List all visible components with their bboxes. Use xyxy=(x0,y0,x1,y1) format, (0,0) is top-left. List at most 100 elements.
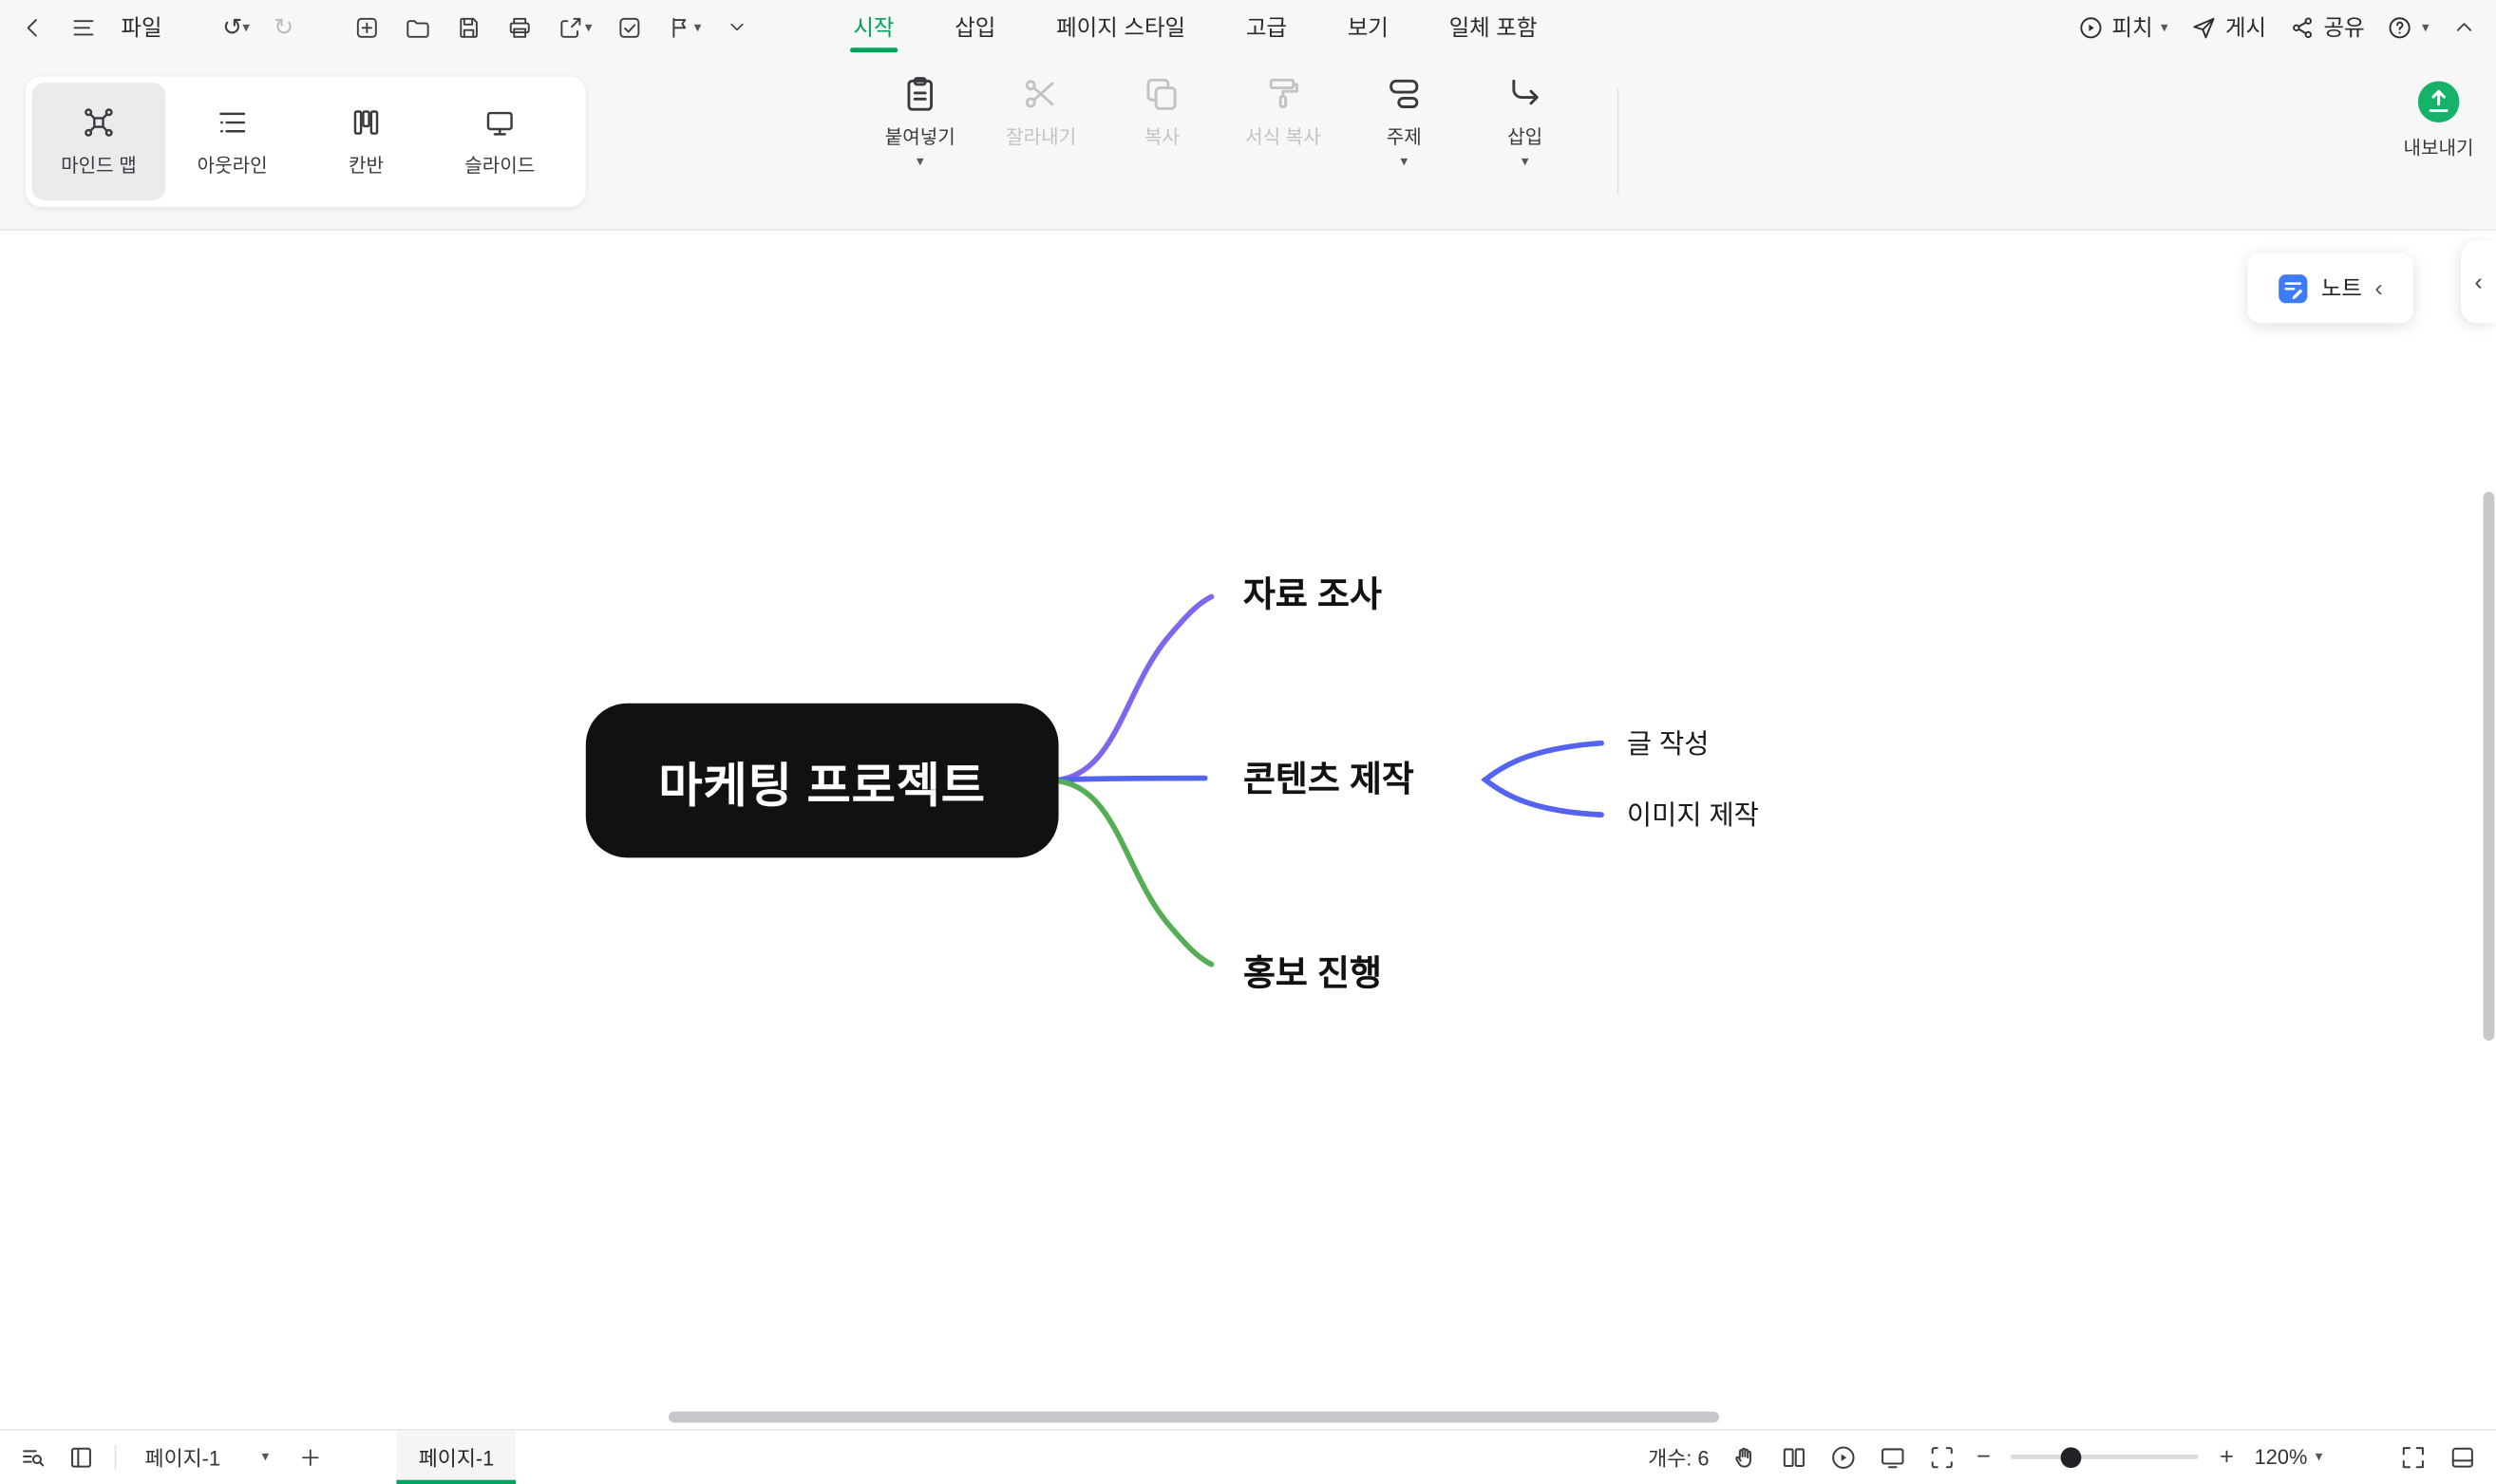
play-circle-icon xyxy=(1831,1445,1854,1469)
single-page-view-button[interactable] xyxy=(66,1442,95,1471)
ribbon-tabs: 시작 삽입 페이지 스타일 고급 보기 일체 포함 xyxy=(853,0,1537,54)
note-icon xyxy=(2279,273,2308,303)
page-select-dropdown[interactable]: 페이지-1 ▾ xyxy=(135,1441,278,1472)
screen-frame-button[interactable] xyxy=(1878,1442,1906,1471)
view-mode-outline[interactable]: 아웃라인 xyxy=(165,83,299,200)
branch-line-content xyxy=(1057,775,1208,783)
add-page-button[interactable] xyxy=(297,1444,323,1470)
zoom-slider-knob[interactable] xyxy=(2060,1446,2082,1468)
topic-research[interactable]: 자료 조사 xyxy=(1243,574,1382,616)
fullscreen-button[interactable] xyxy=(2399,1442,2428,1471)
chevron-down-icon xyxy=(729,23,743,31)
tab-insert[interactable]: 삽입 xyxy=(955,0,995,54)
plus-icon: + xyxy=(2220,1443,2234,1471)
caret-down-icon: ▾ xyxy=(2315,1448,2323,1464)
share-button[interactable]: 공유 xyxy=(2289,11,2365,44)
format-paint-button[interactable]: 서식 복사 xyxy=(1241,73,1324,149)
file-menu[interactable]: 파일 xyxy=(121,11,161,44)
back-button[interactable] xyxy=(19,13,46,40)
new-document-button[interactable] xyxy=(354,13,381,40)
format-paint-label: 서식 복사 xyxy=(1245,125,1321,148)
insert-arrow-icon xyxy=(1512,79,1539,105)
top-chrome: 파일 ↺ ▾ ↻ ▾ ▾ 시작 삽입 페이지 스타일 고급 보기 일체 포함 피… xyxy=(0,0,2496,230)
open-button[interactable] xyxy=(405,13,431,40)
task-check-button[interactable] xyxy=(616,13,643,40)
zoom-in-button[interactable]: + xyxy=(2220,1445,2234,1469)
undo-button[interactable]: ↺ ▾ xyxy=(222,15,250,39)
pitch-label: 피치 xyxy=(2111,14,2153,40)
view-mode-mindmap-label: 마인드 맵 xyxy=(61,154,137,178)
vertical-scrollbar[interactable] xyxy=(2483,491,2495,1042)
topic-button[interactable]: 주제 ▾ xyxy=(1363,73,1446,168)
view-mode-slide[interactable]: 슬라이드 xyxy=(433,83,567,200)
view-mode-mindmap[interactable]: 마인드 맵 xyxy=(31,83,166,201)
save-button[interactable] xyxy=(456,13,482,40)
zoom-out-button[interactable]: − xyxy=(1976,1445,1991,1469)
insert-button[interactable]: 삽입 ▾ xyxy=(1484,73,1566,168)
zoom-slider[interactable] xyxy=(2011,1446,2200,1468)
statusbar-right: 개수: 6 − + 120% ▾ xyxy=(1648,1441,2477,1472)
view-mode-kanban[interactable]: 칸반 xyxy=(299,83,433,200)
tab-page-style[interactable]: 페이지 스타일 xyxy=(1056,0,1185,54)
ribbon-divider xyxy=(1617,88,1619,195)
fit-selection-button[interactable] xyxy=(1927,1442,1956,1471)
horizontal-scrollbar[interactable] xyxy=(668,1411,1720,1423)
topic-count: 개수: 6 xyxy=(1648,1446,1710,1471)
chevron-up-icon xyxy=(2456,23,2472,31)
paper-plane-icon xyxy=(2193,17,2215,38)
copy-button[interactable]: 복사 xyxy=(1121,73,1203,149)
zoom-level-dropdown[interactable]: 120% ▾ xyxy=(2255,1445,2323,1469)
right-panel-toggle[interactable]: ‹ xyxy=(2461,240,2496,324)
bottom-panel-button[interactable] xyxy=(2449,1442,2477,1471)
subtopic-writing[interactable]: 글 작성 xyxy=(1627,727,1710,761)
export-icon xyxy=(2417,81,2460,123)
view-mode-outline-label: 아웃라인 xyxy=(197,154,268,178)
pitch-button[interactable]: 피치 ▾ xyxy=(2077,11,2168,44)
publish-button[interactable]: 게시 xyxy=(2190,11,2266,44)
page-columns-button[interactable] xyxy=(1779,1442,1807,1471)
pan-tool-button[interactable] xyxy=(1730,1442,1758,1471)
statusbar-divider xyxy=(114,1443,117,1470)
ribbon-tools: 붙여넣기 ▾ 잘라내기 복사 서식 복사 주제 ▾ 삽입 ▾ xyxy=(879,73,1566,168)
menubar: 파일 ↺ ▾ ↻ ▾ ▾ 시작 삽입 페이지 스타일 고급 보기 일체 포함 피… xyxy=(0,0,2496,54)
tab-all-in-one[interactable]: 일체 포함 xyxy=(1449,0,1538,54)
page-list-button[interactable] xyxy=(19,1442,47,1471)
export-document-button[interactable]: ▾ xyxy=(558,13,592,40)
present-button[interactable] xyxy=(1828,1442,1857,1471)
zoom-level-value: 120% xyxy=(2254,1444,2308,1469)
caret-down-icon: ▾ xyxy=(693,18,702,35)
redo-icon: ↻ xyxy=(274,13,294,41)
check-square-icon xyxy=(619,17,640,37)
flag-button[interactable]: ▾ xyxy=(667,13,701,40)
page-tab-active[interactable]: 페이지-1 xyxy=(396,1429,517,1484)
scissors-icon xyxy=(1025,80,1054,108)
help-button[interactable]: ▾ xyxy=(2387,13,2430,40)
tab-advanced[interactable]: 고급 xyxy=(1246,0,1287,54)
mindmap-root-node[interactable]: 마케팅 프로젝트 xyxy=(585,703,1059,858)
minus-icon: − xyxy=(1976,1443,1991,1471)
cut-button[interactable]: 잘라내기 xyxy=(1000,73,1083,149)
tab-view[interactable]: 보기 xyxy=(1348,0,1389,54)
print-button[interactable] xyxy=(507,13,534,40)
tab-start[interactable]: 시작 xyxy=(853,0,894,54)
new-document-icon xyxy=(357,17,378,37)
toolbar-options-button[interactable] xyxy=(725,16,747,38)
export-button[interactable]: 내보내기 xyxy=(2404,80,2474,160)
paste-button[interactable]: 붙여넣기 ▾ xyxy=(879,73,961,168)
fullscreen-icon xyxy=(2402,1446,2424,1468)
copy-icon xyxy=(1146,78,1177,110)
branch-line-research xyxy=(1057,593,1215,783)
redo-button[interactable]: ↻ xyxy=(274,15,293,39)
tab-advanced-label: 고급 xyxy=(1245,14,1288,40)
collapse-ribbon-button[interactable] xyxy=(2451,14,2477,40)
main-menu-button[interactable] xyxy=(70,13,97,40)
flag-icon xyxy=(672,17,687,37)
topic-promotion[interactable]: 홍보 진행 xyxy=(1243,953,1382,995)
paste-label: 붙여넣기 xyxy=(884,125,955,148)
subtopic-image[interactable]: 이미지 제작 xyxy=(1627,798,1759,832)
caret-down-icon: ▾ xyxy=(584,18,593,35)
topic-content[interactable]: 콘텐츠 제작 xyxy=(1243,759,1414,800)
canvas[interactable]: 마케팅 프로젝트 자료 조사 콘텐츠 제작 홍보 진행 글 작성 이미지 제작 … xyxy=(0,229,2496,1431)
menubar-left: 파일 ↺ ▾ ↻ ▾ ▾ xyxy=(19,11,747,44)
note-button[interactable]: 노트 ‹ xyxy=(2247,253,2413,324)
